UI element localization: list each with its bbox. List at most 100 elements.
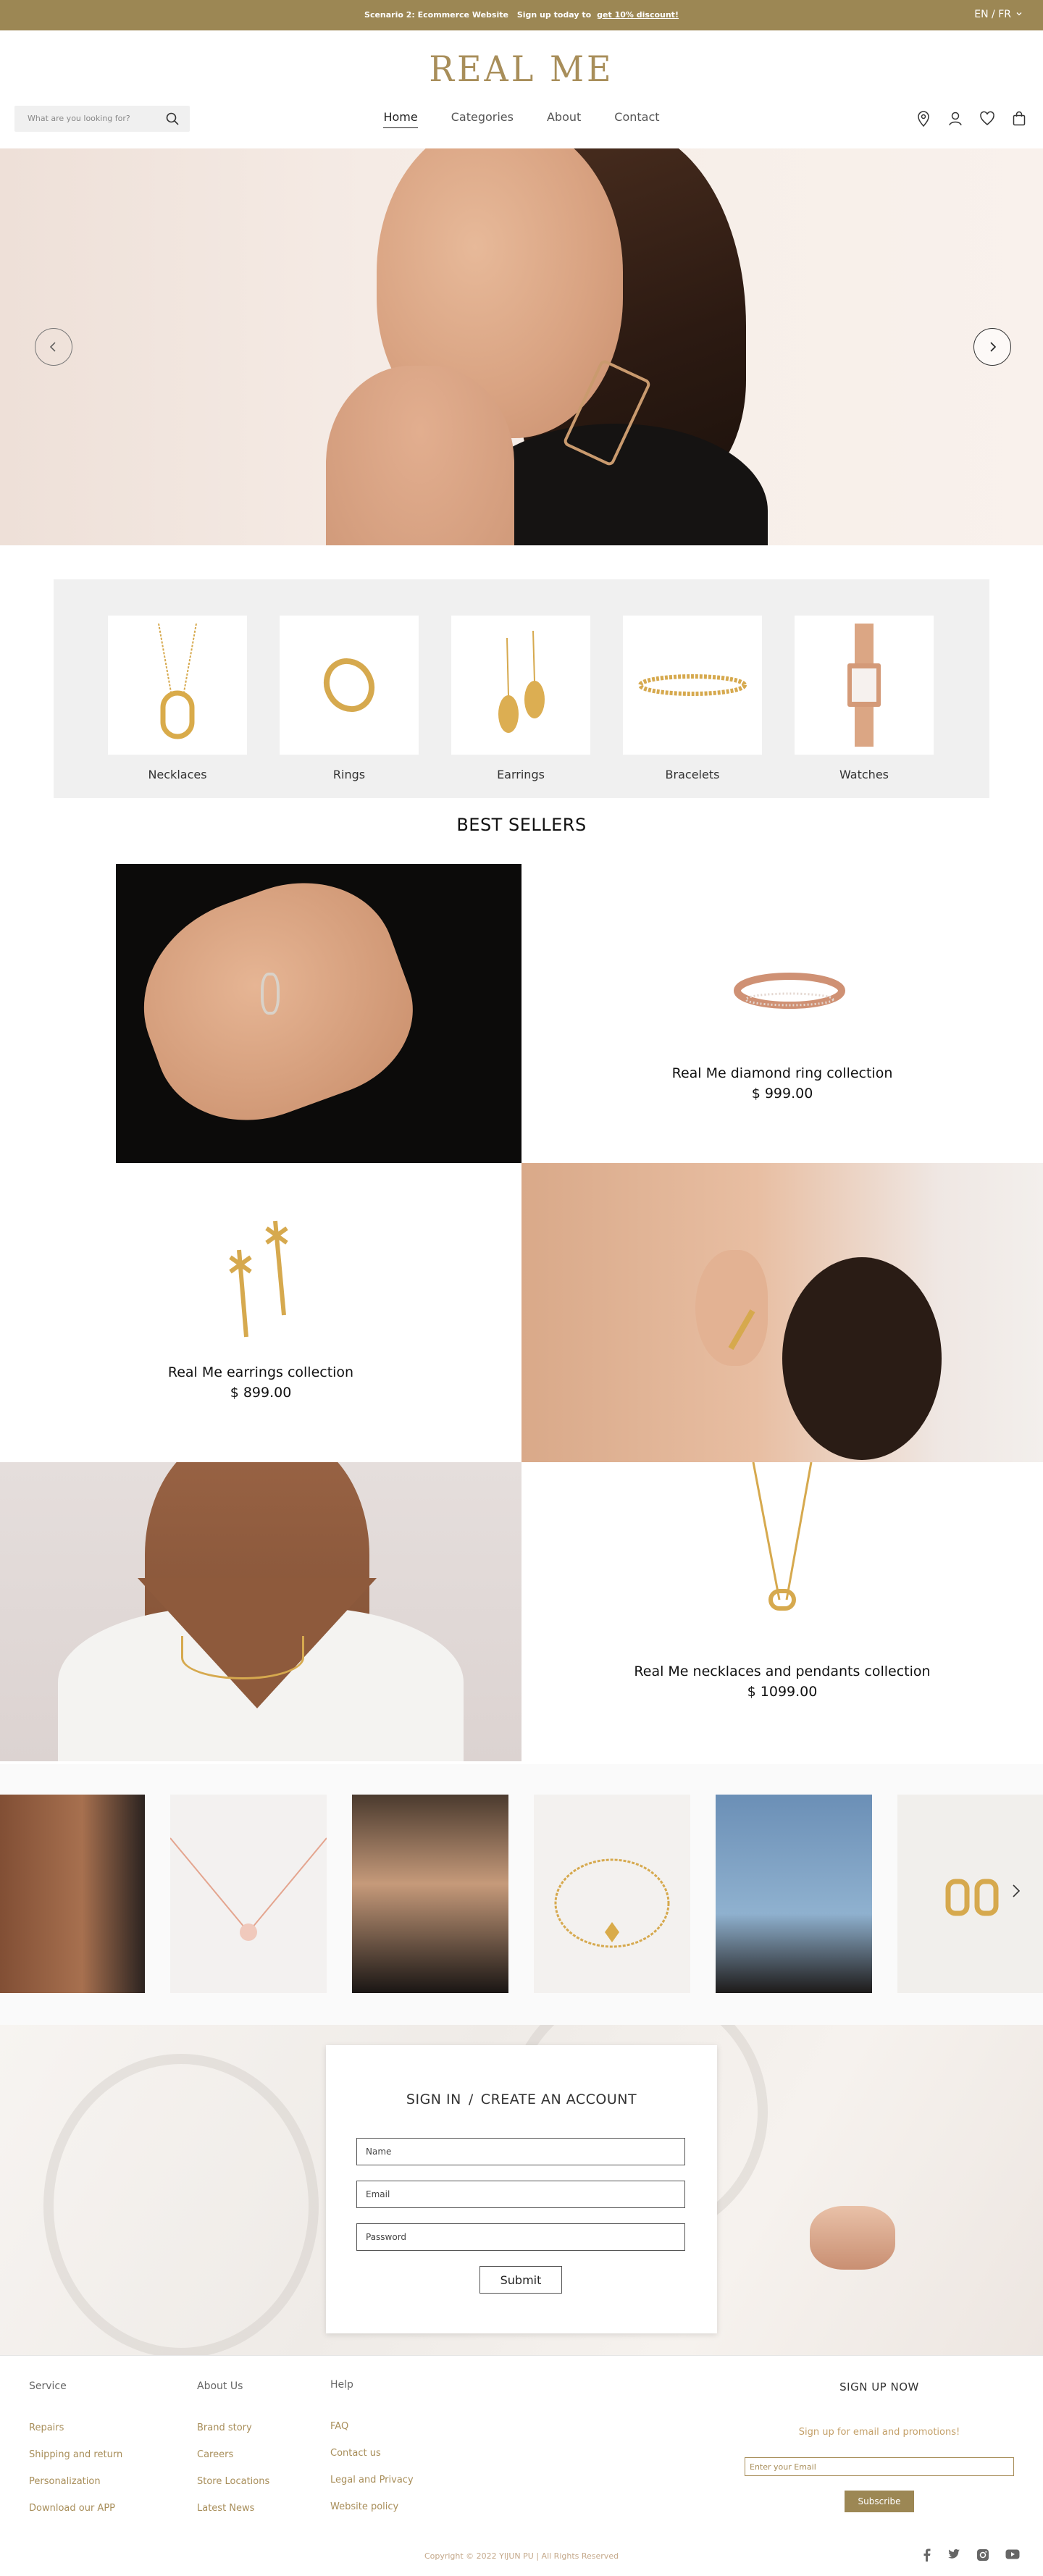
ring-model-photo	[0, 864, 522, 1163]
category-label: Necklaces	[148, 768, 207, 781]
footer-heading: About Us	[197, 2380, 243, 2392]
submit-button[interactable]: Submit	[479, 2266, 562, 2294]
user-icon[interactable]	[947, 110, 963, 130]
footer-link-careers[interactable]: Careers	[197, 2449, 269, 2460]
carousel-item-beach-model[interactable]	[716, 1795, 872, 1993]
hero-banner	[0, 148, 1043, 545]
necklace-product-image	[746, 1462, 818, 1624]
footer-signup: SIGN UP NOW Sign up for email and promot…	[745, 2380, 1014, 2438]
name-field[interactable]: Name	[356, 2138, 685, 2165]
chevron-right-icon	[990, 342, 997, 352]
footer-heading: Service	[29, 2380, 67, 2392]
nav-home[interactable]: Home	[383, 110, 418, 128]
footer-link-app[interactable]: Download our APP	[29, 2503, 122, 2514]
footer-about: About Us Brand story Careers Store Locat…	[197, 2380, 269, 2530]
facebook-icon[interactable]	[921, 2548, 931, 2564]
product-name[interactable]: Real Me earrings collection	[0, 1364, 522, 1380]
newsletter-email-input[interactable]: Enter your Email	[745, 2457, 1014, 2476]
nav-contact[interactable]: Contact	[614, 110, 659, 127]
account-form-card: SIGN IN / CREATE AN ACCOUNT Name Email Pas…	[326, 2045, 717, 2333]
product-carousel	[0, 1764, 1043, 2025]
category-label: Watches	[839, 768, 889, 781]
product-price: $ 899.00	[230, 1385, 292, 1401]
chevron-down-icon	[1015, 9, 1023, 20]
watch-image	[795, 616, 934, 755]
footer-link-legal[interactable]: Legal and Privacy	[330, 2475, 414, 2485]
footer-help: Help FAQ Contact us Legal and Privacy We…	[330, 2379, 414, 2528]
promo-text: Scenario 2: Ecommerce Website Sign up to…	[0, 10, 1043, 20]
subscribe-button[interactable]: Subscribe	[845, 2491, 914, 2512]
newsletter-placeholder: Enter your Email	[750, 2462, 816, 2472]
language-switcher[interactable]: EN / FR	[974, 9, 1023, 20]
hero-prev-button[interactable]	[35, 328, 72, 366]
footer-link-policy[interactable]: Website policy	[330, 2501, 414, 2512]
category-strip: Necklaces Rings Earrings Bracelets Watch…	[54, 579, 989, 798]
bg-arc	[43, 2054, 319, 2355]
twitter-icon[interactable]	[947, 2548, 960, 2564]
category-label: Bracelets	[665, 768, 720, 781]
necklace-image	[108, 616, 247, 755]
hero-next-button[interactable]	[973, 328, 1011, 366]
ring-product-image	[732, 962, 847, 1023]
footer-link-stores[interactable]: Store Locations	[197, 2476, 269, 2487]
product-price: $ 999.00	[751, 1086, 813, 1102]
promo-discount-link[interactable]: get 10% discount!	[597, 10, 679, 20]
carousel-item-earring-model[interactable]	[0, 1795, 145, 1993]
footer-service: Service Repairs Shipping and return Pers…	[29, 2380, 122, 2530]
account-section: SIGN IN / CREATE AN ACCOUNT Name Email Pas…	[0, 2025, 1043, 2355]
password-field[interactable]: Password	[356, 2223, 685, 2251]
social-links	[921, 2548, 1020, 2564]
carousel-item-bracelet[interactable]	[534, 1795, 690, 1993]
product-name[interactable]: Real Me diamond ring collection	[522, 1065, 1043, 1081]
sign-in-tab[interactable]: SIGN IN	[406, 2092, 461, 2107]
category-earrings[interactable]: Earrings	[451, 616, 590, 781]
carousel-item-flower-necklace[interactable]	[170, 1795, 327, 1993]
language-label: EN / FR	[974, 9, 1011, 20]
carousel-item-pendant-model[interactable]	[352, 1795, 508, 1993]
product-name[interactable]: Real Me necklaces and pendants collectio…	[522, 1664, 1043, 1679]
nav-categories[interactable]: Categories	[451, 110, 514, 127]
nav-about[interactable]: About	[547, 110, 581, 127]
footer-link-repairs[interactable]: Repairs	[29, 2422, 122, 2433]
category-necklaces[interactable]: Necklaces	[108, 616, 247, 781]
product-card-earrings[interactable]: Real Me earrings collection $ 899.00	[0, 1163, 522, 1462]
brand-logo[interactable]: REAL ME	[0, 49, 1043, 90]
chevron-right-icon	[1013, 1884, 1021, 1897]
footer-link-shipping[interactable]: Shipping and return	[29, 2449, 122, 2460]
header-icons	[916, 110, 1027, 130]
product-card-ring[interactable]: Real Me diamond ring collection $ 999.00	[522, 864, 1043, 1163]
category-rings[interactable]: Rings	[280, 616, 419, 781]
promo-signup: Sign up today to	[516, 10, 592, 20]
main-nav: Home Categories About Contact	[0, 110, 1043, 128]
carousel-next-button[interactable]	[1010, 1881, 1023, 1903]
youtube-icon[interactable]	[1005, 2548, 1020, 2564]
footer-link-personalization[interactable]: Personalization	[29, 2476, 122, 2487]
footer-link-brand-story[interactable]: Brand story	[197, 2422, 269, 2433]
promo-scenario: Scenario 2: Ecommerce Website	[364, 10, 508, 20]
footer-link-news[interactable]: Latest News	[197, 2503, 269, 2514]
category-bracelets[interactable]: Bracelets	[623, 616, 762, 781]
email-field[interactable]: Email	[356, 2181, 685, 2208]
product-price: $ 1099.00	[747, 1684, 818, 1700]
account-form-title: SIGN IN / CREATE AN ACCOUNT	[326, 2092, 717, 2107]
best-sellers-title: BEST SELLERS	[456, 815, 587, 835]
earrings-image	[451, 616, 590, 755]
location-icon[interactable]	[916, 110, 931, 130]
footer-link-contact[interactable]: Contact us	[330, 2448, 414, 2459]
signup-subtext: Sign up for email and promotions!	[798, 2427, 960, 2438]
title-separator: /	[468, 2092, 474, 2107]
earrings-product-image	[217, 1207, 304, 1347]
necklace-model-photo	[0, 1462, 522, 1761]
footer-link-faq[interactable]: FAQ	[330, 2421, 414, 2432]
instagram-icon[interactable]	[976, 2548, 989, 2564]
bg-ring	[810, 2206, 895, 2270]
shopping-bag-icon[interactable]	[1011, 110, 1027, 130]
footer-heading: Help	[330, 2379, 353, 2391]
category-label: Rings	[332, 768, 366, 781]
email-placeholder: Email	[366, 2189, 390, 2199]
hero-model-hand	[326, 366, 514, 545]
product-card-necklace[interactable]: Real Me necklaces and pendants collectio…	[522, 1462, 1043, 1761]
heart-icon[interactable]	[979, 110, 995, 130]
create-account-tab[interactable]: CREATE AN ACCOUNT	[481, 2092, 637, 2107]
category-watches[interactable]: Watches	[795, 616, 934, 781]
